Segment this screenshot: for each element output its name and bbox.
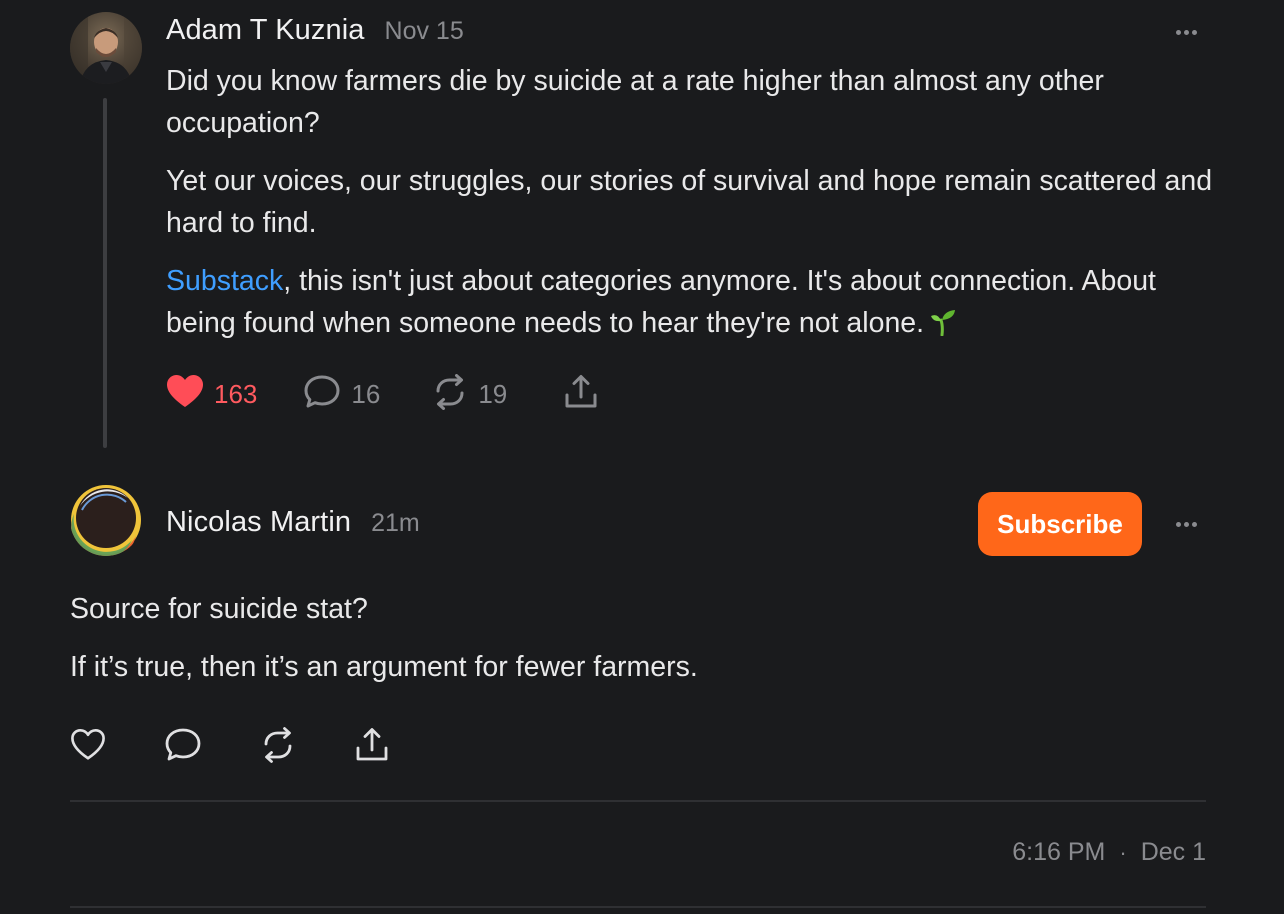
parent-paragraph-2: Yet our voices, our struggles, our stori… — [166, 165, 1213, 239]
parent-paragraph-1: Did you know farmers die by suicide at a… — [166, 65, 1104, 139]
restack-count: 19 — [478, 379, 508, 409]
timestamp-date: Dec 1 — [1140, 838, 1206, 866]
comment-count: 16 — [351, 379, 381, 409]
reply-paragraph-1: Source for suicide stat? — [70, 593, 368, 625]
restack-icon — [432, 374, 468, 415]
sprout-emoji-icon — [930, 306, 956, 348]
reply-comment-button[interactable] — [164, 727, 202, 768]
parent-post-time[interactable]: Nov 15 — [385, 17, 464, 46]
reply-timestamp: 6:16 PM · Dec 1 — [1012, 838, 1206, 867]
subscribe-button[interactable]: Subscribe — [978, 492, 1142, 556]
parent-action-bar: 163 16 19 — [166, 374, 599, 415]
parent-paragraph-3: Substack, this isn't just about categori… — [166, 260, 1226, 348]
parent-paragraph-3-text: , this isn't just about categories anymo… — [166, 265, 1156, 339]
heart-filled-icon — [166, 374, 204, 415]
reply-like-button[interactable] — [70, 728, 106, 767]
timestamp-time: 6:16 PM — [1012, 838, 1106, 866]
parent-post-header: Adam T Kuznia Nov 15 — [166, 14, 464, 47]
substack-mention-link[interactable]: Substack — [166, 265, 283, 297]
divider-top — [70, 800, 1206, 802]
avatar-nicolas-martin[interactable] — [70, 484, 142, 556]
reply-restack-button[interactable] — [260, 727, 296, 768]
restack-icon — [260, 727, 296, 768]
share-icon — [563, 374, 599, 415]
comment-button[interactable]: 16 — [303, 374, 380, 415]
comment-icon — [164, 727, 202, 768]
restack-button[interactable]: 19 — [432, 374, 507, 415]
avatar-adam-kuznia[interactable] — [70, 12, 142, 84]
reply-paragraph-2: If it’s true, then it’s an argument for … — [70, 651, 698, 683]
thread-connector-line — [103, 98, 107, 448]
timestamp-separator: · — [1119, 839, 1127, 865]
share-button[interactable] — [563, 374, 599, 415]
parent-more-icon[interactable] — [1171, 22, 1201, 42]
reply-header: Nicolas Martin 21m — [166, 506, 420, 539]
share-icon — [354, 727, 390, 768]
note-thread-page: Adam T Kuznia Nov 15 Did you know farmer… — [0, 0, 1284, 914]
parent-post-body: Did you know farmers die by suicide at a… — [166, 60, 1226, 364]
reply-time[interactable]: 21m — [371, 509, 420, 538]
comment-icon — [303, 374, 341, 415]
like-count: 163 — [214, 379, 258, 409]
divider-bottom — [70, 906, 1206, 908]
parent-author-name[interactable]: Adam T Kuznia — [166, 14, 365, 47]
like-button[interactable]: 163 — [166, 374, 257, 415]
reply-action-bar — [70, 727, 390, 768]
reply-body: Source for suicide stat? If it’s true, t… — [70, 588, 1210, 704]
reply-more-icon[interactable] — [1171, 514, 1201, 534]
reply-author-name[interactable]: Nicolas Martin — [166, 506, 351, 539]
heart-outline-icon — [70, 728, 106, 767]
reply-share-button[interactable] — [354, 727, 390, 768]
